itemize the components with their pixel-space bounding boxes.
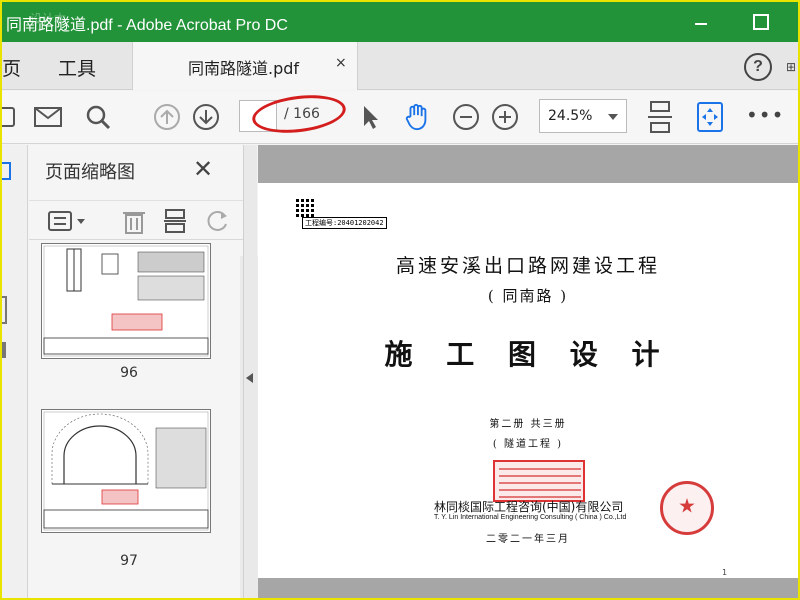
project-title: 高速安溪出口路网建设工程 [395, 255, 660, 277]
bookmark-icon[interactable] [2, 103, 22, 131]
collapse-pane-icon[interactable] [246, 373, 253, 383]
thumbnail-label: 96 [120, 365, 138, 381]
tab-bar: 页 工具 同南路隧道.pdf × ? ⊞ [2, 42, 798, 90]
watermark-logo: 设计本 [30, 12, 67, 26]
qr-code [296, 199, 314, 217]
tab-close-button[interactable]: × [335, 55, 347, 71]
select-cursor-icon[interactable] [356, 103, 384, 131]
mail-icon[interactable] [34, 103, 62, 131]
document-page: 工程编号:20401202042 高速安溪出口路网建设工程 ( 同南路 ) 施 … [258, 183, 798, 578]
nav-home[interactable]: 页 [2, 54, 21, 81]
thumbnails-pane: 页面缩略图 ✕ 96 97 [29, 145, 260, 598]
tab-label: 同南路隧道.pdf [188, 59, 300, 78]
company-name: 林同棪国际工程咨询(中国)有限公司 [434, 500, 624, 514]
document-date: 二零二一年三月 [486, 534, 570, 545]
delete-icon[interactable] [121, 208, 147, 234]
project-code: 工程编号:20401202042 [302, 217, 387, 229]
pane-title: 页面缩略图 [45, 162, 135, 183]
options-menu-icon[interactable] [47, 210, 87, 232]
attachments-panel-icon[interactable] [0, 340, 8, 360]
chevron-down-icon [608, 114, 618, 120]
fit-page-icon[interactable] [646, 101, 674, 133]
document-heading: 施 工 图 设 计 [384, 338, 672, 371]
nav-tools[interactable]: 工具 [58, 54, 96, 81]
hand-tool-icon[interactable] [403, 103, 431, 131]
thumbnail-label: 97 [120, 553, 138, 569]
thumbnail-page-97[interactable] [41, 409, 211, 533]
company-name-en: T. Y. Lin International Engineering Cons… [434, 514, 627, 521]
document-view[interactable]: 工程编号:20401202042 高速安溪出口路网建设工程 ( 同南路 ) 施 … [258, 145, 798, 598]
page-number: 1 [722, 568, 728, 577]
maximize-button[interactable] [746, 8, 776, 36]
full-screen-icon[interactable] [696, 102, 724, 132]
close-icon[interactable]: ✕ [193, 155, 213, 183]
thumbnail-drawing-96 [43, 245, 209, 357]
zoom-in-icon[interactable] [491, 103, 519, 131]
search-icon[interactable] [84, 103, 112, 131]
navigation-strip [0, 145, 28, 598]
thumbnail-page-96[interactable] [41, 243, 211, 359]
section-name: ( 隧道工程 ) [492, 439, 564, 450]
tab-document[interactable]: 同南路隧道.pdf × [132, 42, 358, 90]
bookmarks-panel-icon[interactable] [0, 295, 8, 325]
signin-icon[interactable]: ⊞ [786, 60, 796, 74]
page-thumbnails-icon[interactable] [0, 161, 12, 181]
toolbar: / 166 24.5% ••• [2, 90, 798, 144]
certificate-stamp [493, 460, 585, 502]
rotate-icon[interactable] [205, 208, 231, 234]
next-page-icon[interactable] [192, 103, 220, 131]
zoom-out-icon[interactable] [452, 103, 480, 131]
previous-page-icon[interactable] [153, 103, 181, 131]
pane-splitter[interactable] [243, 145, 257, 598]
thumbnail-list: 96 97 [29, 243, 219, 598]
more-tools-icon[interactable]: ••• [746, 103, 784, 127]
zoom-select[interactable]: 24.5% [539, 99, 627, 133]
acrobat-window: 同南路隧道.pdf - Adobe Acrobat Pro DC 设计本 页 工… [0, 0, 800, 600]
thumbnail-drawing-97 [43, 411, 209, 531]
zoom-value: 24.5% [548, 108, 593, 124]
project-subtitle: ( 同南路 ) [487, 287, 569, 305]
title-bar: 同南路隧道.pdf - Adobe Acrobat Pro DC 设计本 [2, 2, 798, 42]
help-icon[interactable]: ? [744, 53, 772, 81]
insert-page-icon[interactable] [162, 208, 188, 234]
company-seal [660, 481, 714, 535]
pane-toolbar [29, 200, 243, 240]
minimize-button[interactable] [686, 8, 716, 36]
volume-info: 第二册 共三册 [489, 419, 567, 430]
